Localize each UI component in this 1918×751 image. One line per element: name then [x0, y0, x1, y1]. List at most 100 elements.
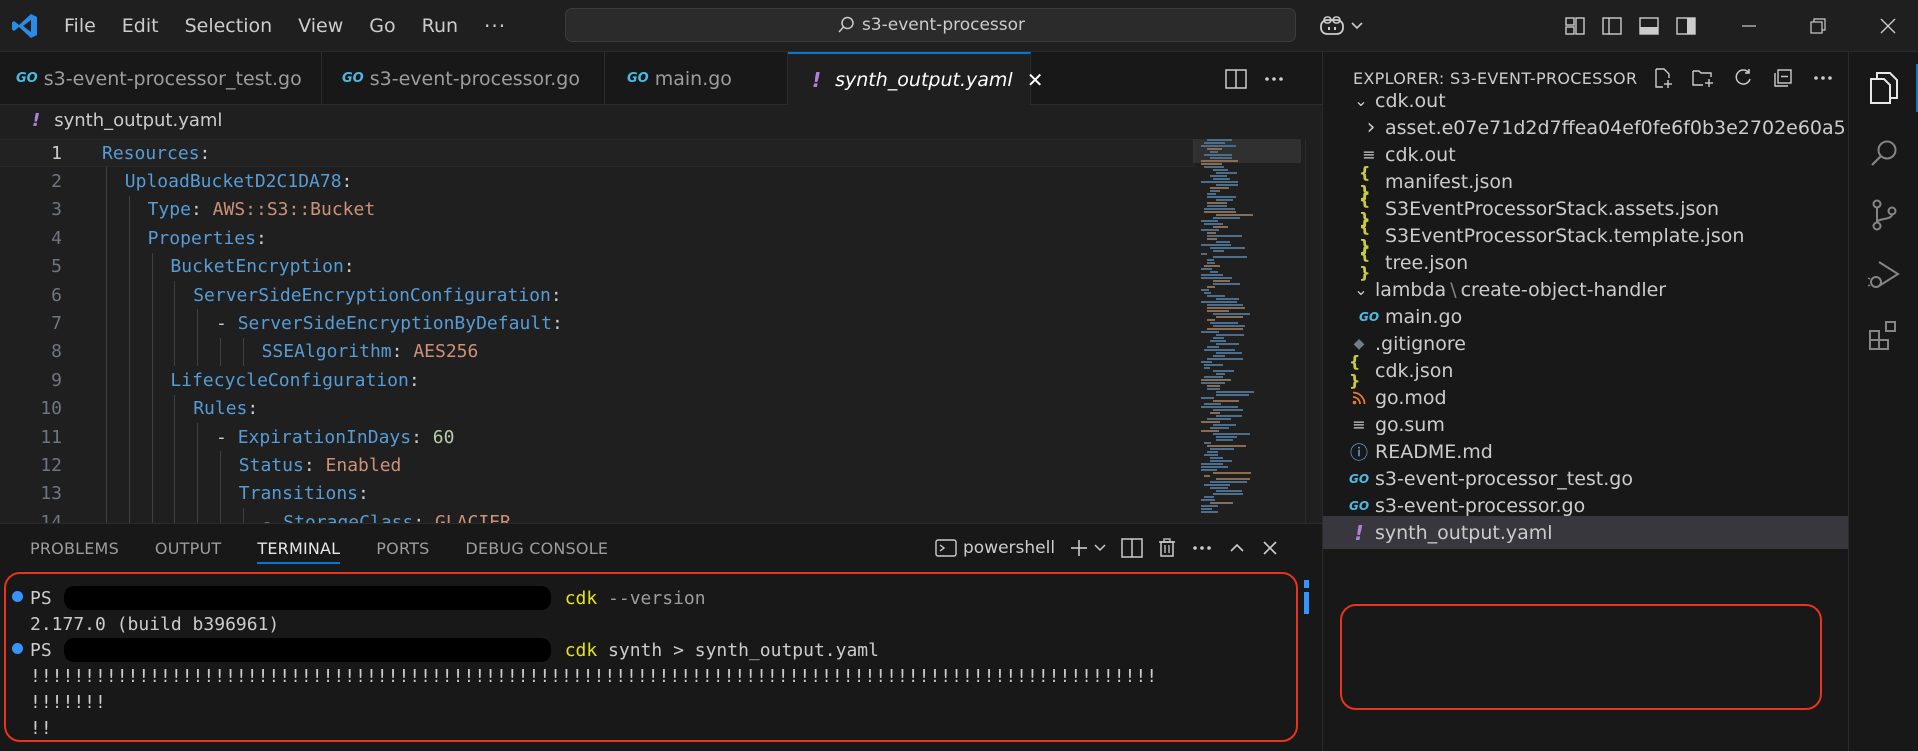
- yaml-colon: :: [199, 142, 211, 164]
- code-line[interactable]: 4 Properties:: [0, 224, 1195, 252]
- toggle-panel-button[interactable]: [1631, 0, 1667, 52]
- minimap-line: [1201, 361, 1212, 363]
- restore-icon: [1810, 18, 1826, 34]
- split-terminal-button[interactable]: [1121, 538, 1143, 558]
- indent-guide: [151, 337, 153, 367]
- code-line[interactable]: 12 Status: Enabled: [0, 451, 1195, 479]
- go-mod-icon: [1349, 391, 1369, 405]
- minimap-line: [1207, 286, 1215, 288]
- breadcrumb-file[interactable]: synth_output.yaml: [54, 110, 222, 131]
- tree-item-label: S3EventProcessorStack.template.json: [1385, 224, 1745, 247]
- code-line[interactable]: 3 Type: AWS::S3::Bucket: [0, 196, 1195, 224]
- tree-file-synth-output-yaml[interactable]: ! synth_output.yaml: [1323, 516, 1849, 549]
- indent-guide: [106, 366, 107, 395]
- menu-file[interactable]: File: [64, 15, 96, 37]
- panel-icon: [1639, 17, 1659, 35]
- code-line[interactable]: 5 BucketEncryption:: [0, 253, 1195, 281]
- minimap[interactable]: [1193, 139, 1301, 523]
- code-line[interactable]: 2 UploadBucketD2C1DA78:: [0, 167, 1195, 195]
- code-line[interactable]: 9 LifecycleConfiguration:: [0, 366, 1195, 394]
- tab-s3-event-processor-go[interactable]: GO s3-event-processor.go: [322, 52, 605, 105]
- go-file-icon: GO: [1348, 471, 1370, 486]
- minimap-line: [1201, 160, 1238, 162]
- minimap-line: [1213, 325, 1245, 327]
- code-line[interactable]: 14 - StorageClass: GLACIER: [0, 508, 1195, 523]
- restore-button[interactable]: [1800, 0, 1836, 52]
- code-editor[interactable]: 1 Resources: 2 UploadBucketD2C1DA78: 3 Type: …: [0, 139, 1195, 523]
- line-number: 5: [51, 256, 62, 278]
- tab-ports[interactable]: PORTS: [376, 524, 429, 572]
- menu-view[interactable]: View: [298, 15, 343, 37]
- activity-extensions[interactable]: [1849, 306, 1918, 366]
- code-text: - StorageClass: GLACIER: [262, 512, 511, 523]
- tab-terminal[interactable]: TERMINAL: [257, 524, 341, 572]
- maximize-panel-button[interactable]: [1227, 538, 1247, 558]
- yaml-colon: :: [391, 341, 414, 363]
- code-line[interactable]: 8 SSEAlgorithm: AES256: [0, 338, 1195, 366]
- minimap-line: [1201, 469, 1217, 471]
- minimap-line: [1201, 301, 1237, 303]
- code-line[interactable]: 6 ServerSideEncryptionConfiguration:: [0, 281, 1195, 309]
- command-center-search[interactable]: s3-event-processor: [565, 8, 1296, 42]
- minimap-line: [1213, 226, 1228, 228]
- code-line[interactable]: 7 - ServerSideEncryptionByDefault:: [0, 309, 1195, 337]
- customize-layout-button[interactable]: [1557, 0, 1593, 52]
- terminal-scrollbar[interactable]: [1304, 592, 1309, 614]
- minimap-line: [1216, 352, 1242, 354]
- panel-more-button[interactable]: [1191, 538, 1213, 558]
- close-panel-button[interactable]: [1261, 539, 1279, 557]
- menu-selection[interactable]: Selection: [185, 15, 273, 37]
- terminal-shell-selector[interactable]: powershell: [935, 538, 1055, 558]
- copilot-menu-button[interactable]: [1318, 12, 1366, 40]
- indent-guide: [128, 423, 130, 452]
- yaml-colon: :: [551, 312, 563, 334]
- kill-terminal-button[interactable]: [1157, 538, 1177, 558]
- tab-synth-output-yaml[interactable]: ! synth_output.yaml ✕: [788, 52, 1043, 105]
- code-line[interactable]: 13 Transitions:: [0, 480, 1195, 508]
- tree-item-label: cdk.out: [1375, 89, 1446, 112]
- toggle-secondary-sidebar-button[interactable]: [1668, 0, 1704, 52]
- minimize-icon: [1742, 25, 1756, 27]
- split-editor-icon[interactable]: [1225, 68, 1247, 89]
- editor-scrollbar[interactable]: [1305, 139, 1322, 523]
- tab-main-go[interactable]: GO main.go: [605, 52, 788, 105]
- minimap-line: [1207, 346, 1219, 348]
- tab-debug-console[interactable]: DEBUG CONSOLE: [465, 524, 608, 572]
- minimap-line: [1201, 163, 1222, 165]
- yaml-colon: :: [247, 398, 259, 420]
- menu-more-button[interactable]: ···: [484, 14, 506, 38]
- menu-edit[interactable]: Edit: [122, 15, 159, 37]
- plus-icon: [1071, 540, 1088, 556]
- close-window-button[interactable]: [1870, 0, 1906, 52]
- indent-guide: [128, 451, 130, 480]
- menu-go[interactable]: Go: [369, 15, 395, 37]
- new-terminal-button[interactable]: [1069, 538, 1107, 558]
- minimap-line: [1201, 145, 1236, 147]
- minimap-line: [1207, 304, 1243, 306]
- minimap-line: [1216, 184, 1238, 186]
- minimap-line: [1207, 259, 1214, 261]
- more-actions-icon[interactable]: [1263, 69, 1285, 89]
- close-tab-icon[interactable]: ✕: [1027, 68, 1044, 92]
- tab-output[interactable]: OUTPUT: [155, 524, 221, 572]
- code-line[interactable]: 1 Resources:: [0, 139, 1195, 167]
- minimap-line: [1216, 439, 1233, 441]
- indent-guide: [220, 508, 221, 523]
- minimap-line: [1210, 322, 1238, 324]
- vscode-logo-icon[interactable]: [11, 12, 39, 40]
- tab-s3-event-processor-test-go[interactable]: GO s3-event-processor_test.go: [0, 52, 322, 105]
- activity-explorer[interactable]: [1849, 58, 1918, 118]
- minimize-button[interactable]: [1731, 0, 1767, 52]
- code-line[interactable]: 11 - ExpirationInDays: 60: [0, 423, 1195, 451]
- line-number: 4: [51, 227, 62, 249]
- minimap-line: [1213, 283, 1240, 285]
- code-text: - ExpirationInDays: 60: [216, 427, 454, 448]
- activity-run-debug[interactable]: [1849, 245, 1918, 305]
- activity-search[interactable]: [1849, 124, 1918, 184]
- menu-run[interactable]: Run: [422, 15, 458, 37]
- toggle-primary-sidebar-button[interactable]: [1594, 0, 1630, 52]
- tab-problems[interactable]: PROBLEMS: [30, 524, 119, 572]
- tree-item-label: README.md: [1375, 440, 1493, 463]
- code-line[interactable]: 10 Rules:: [0, 395, 1195, 423]
- activity-source-control[interactable]: [1849, 185, 1918, 245]
